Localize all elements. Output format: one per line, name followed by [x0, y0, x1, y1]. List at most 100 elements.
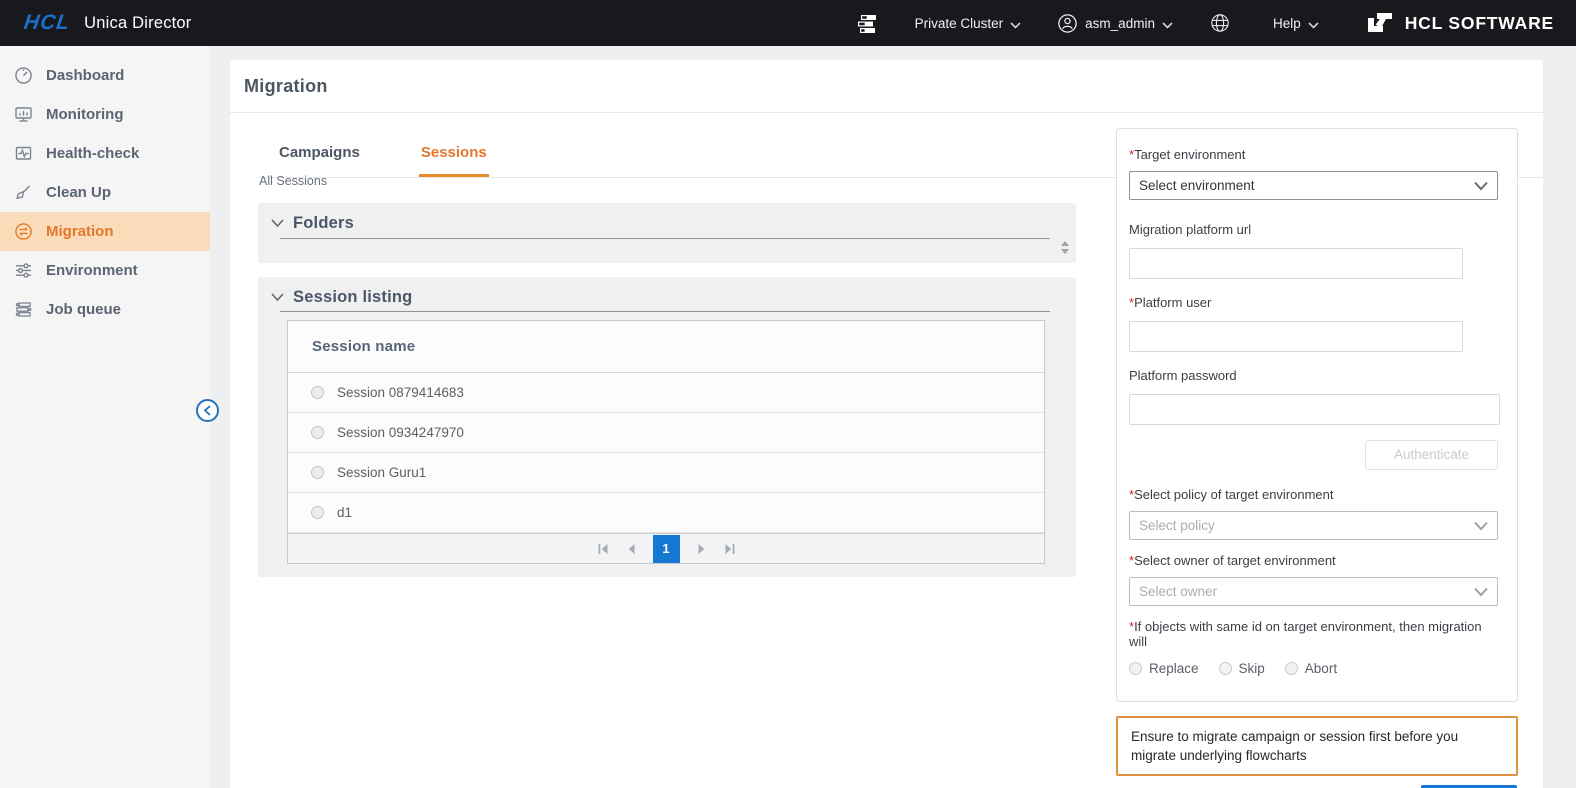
chevron-down-icon [1010, 17, 1021, 32]
radio-option-replace[interactable]: Replace [1129, 661, 1199, 676]
folders-panel-title: Folders [293, 214, 354, 233]
session-panel-title: Session listing [293, 288, 412, 307]
topbar-actions: Private Cluster asm_admin [854, 10, 1554, 36]
policy-select[interactable]: Select policy [1129, 511, 1498, 540]
radio-option-skip[interactable]: Skip [1219, 661, 1265, 676]
tab-campaigns[interactable]: Campaigns [277, 144, 362, 177]
hcl-logo: HCL [22, 11, 72, 35]
table-row[interactable]: Session 0879414683 [288, 373, 1044, 413]
radio-option-abort[interactable]: Abort [1285, 661, 1337, 676]
folders-divider [280, 238, 1050, 239]
pagination-current-page[interactable]: 1 [653, 535, 680, 563]
chevron-down-icon [271, 293, 284, 302]
chevron-down-icon [1473, 587, 1489, 597]
session-radio[interactable] [311, 426, 324, 439]
monitoring-icon [13, 105, 33, 125]
authenticate-row: Authenticate [1129, 440, 1498, 470]
session-name: Session 0879414683 [337, 385, 464, 400]
username-label: asm_admin [1085, 16, 1155, 31]
app-title: Unica Director [84, 14, 191, 33]
sidebar-item-clean-up[interactable]: Clean Up [0, 173, 210, 212]
pagination-first-button[interactable] [597, 543, 609, 555]
clean-up-icon [13, 183, 33, 203]
sidebar-item-job-queue[interactable]: Job queue [0, 290, 210, 329]
sidebar-collapse-button[interactable] [196, 399, 219, 422]
sidebar-item-label: Monitoring [46, 106, 123, 123]
radio-label: Skip [1239, 661, 1265, 676]
sidebar-item-label: Health-check [46, 145, 139, 162]
sidebar: Dashboard Monitoring Health-check [0, 46, 210, 788]
sidebar-item-label: Environment [46, 262, 138, 279]
policy-placeholder: Select policy [1139, 518, 1215, 533]
pagination-bar: 1 [288, 533, 1044, 563]
pagination-prev-button[interactable] [626, 543, 636, 555]
folders-panel: Folders [258, 203, 1076, 263]
chevron-down-icon [1473, 181, 1489, 191]
chevron-down-icon [1308, 17, 1319, 32]
session-radio[interactable] [311, 466, 324, 479]
platform-user-label: *Platform user [1129, 295, 1498, 310]
language-globe-icon[interactable] [1209, 12, 1231, 34]
help-menu[interactable]: Help [1273, 15, 1319, 32]
session-radio[interactable] [311, 386, 324, 399]
arrow-down-icon [1061, 249, 1069, 254]
authenticate-button[interactable]: Authenticate [1365, 440, 1498, 470]
session-panel-header[interactable]: Session listing [258, 277, 1076, 307]
table-row[interactable]: d1 [288, 493, 1044, 533]
sidebar-item-monitoring[interactable]: Monitoring [0, 95, 210, 134]
job-queue-icon [13, 300, 33, 320]
sidebar-item-label: Migration [46, 223, 114, 240]
user-menu[interactable]: asm_admin [1057, 13, 1173, 34]
sidebar-item-label: Dashboard [46, 67, 124, 84]
sidebar-item-dashboard[interactable]: Dashboard [0, 56, 210, 95]
sidebar-item-label: Job queue [46, 301, 121, 318]
chevron-left-icon [203, 405, 212, 416]
folders-panel-header[interactable]: Folders [258, 203, 1076, 233]
pagination-last-button[interactable] [724, 543, 736, 555]
hcl-software-mark [1365, 10, 1395, 36]
table-header: Session name [288, 321, 1044, 373]
session-divider [280, 311, 1050, 312]
table-row[interactable]: Session 0934247970 [288, 413, 1044, 453]
platform-user-input[interactable] [1129, 321, 1463, 352]
platform-password-input[interactable] [1129, 394, 1500, 425]
chevron-down-icon [1162, 17, 1173, 32]
target-environment-select[interactable]: Select environment [1129, 171, 1498, 200]
chevron-down-icon [1473, 521, 1489, 531]
table-row[interactable]: Session Guru1 [288, 453, 1044, 493]
tab-sessions[interactable]: Sessions [419, 144, 489, 177]
sidebar-item-health-check[interactable]: Health-check [0, 134, 210, 173]
platform-url-input[interactable] [1129, 248, 1463, 279]
target-environment-label: *Target environment [1129, 147, 1498, 162]
migration-note: Ensure to migrate campaign or session fi… [1116, 716, 1518, 776]
arrow-up-icon [1061, 241, 1069, 246]
radio-label: Replace [1149, 661, 1199, 676]
radio-icon [1219, 662, 1232, 675]
folders-resize-control[interactable] [1061, 241, 1069, 254]
session-name: d1 [337, 505, 352, 520]
page-header: Migration [230, 60, 1543, 113]
sidebar-item-migration[interactable]: Migration [0, 212, 210, 251]
chevron-down-icon [271, 219, 284, 228]
owner-placeholder: Select owner [1139, 584, 1217, 599]
page-title: Migration [244, 76, 328, 96]
conflict-policy-label: *If objects with same id on target envir… [1129, 619, 1498, 649]
cluster-icon[interactable] [854, 11, 879, 36]
owner-label: *Select owner of target environment [1129, 553, 1498, 568]
help-label: Help [1273, 16, 1301, 31]
migration-icon [13, 222, 33, 242]
topbar: HCL Unica Director Private Cluster [0, 0, 1576, 46]
pagination-next-button[interactable] [697, 543, 707, 555]
sidebar-item-environment[interactable]: Environment [0, 251, 210, 290]
radio-label: Abort [1305, 661, 1337, 676]
policy-label: *Select policy of target environment [1129, 487, 1498, 502]
session-radio[interactable] [311, 506, 324, 519]
cluster-selector[interactable]: Private Cluster [915, 15, 1022, 32]
session-listing-panel: Session listing Session name Session 087… [258, 277, 1076, 577]
hcl-software-logo: HCL SOFTWARE [1365, 10, 1554, 36]
target-environment-value: Select environment [1139, 178, 1255, 193]
topbar-brand: HCL Unica Director [24, 11, 192, 35]
health-check-icon [13, 144, 33, 164]
owner-select[interactable]: Select owner [1129, 577, 1498, 606]
unica-director-screen: HCL Unica Director Private Cluster [0, 0, 1576, 788]
